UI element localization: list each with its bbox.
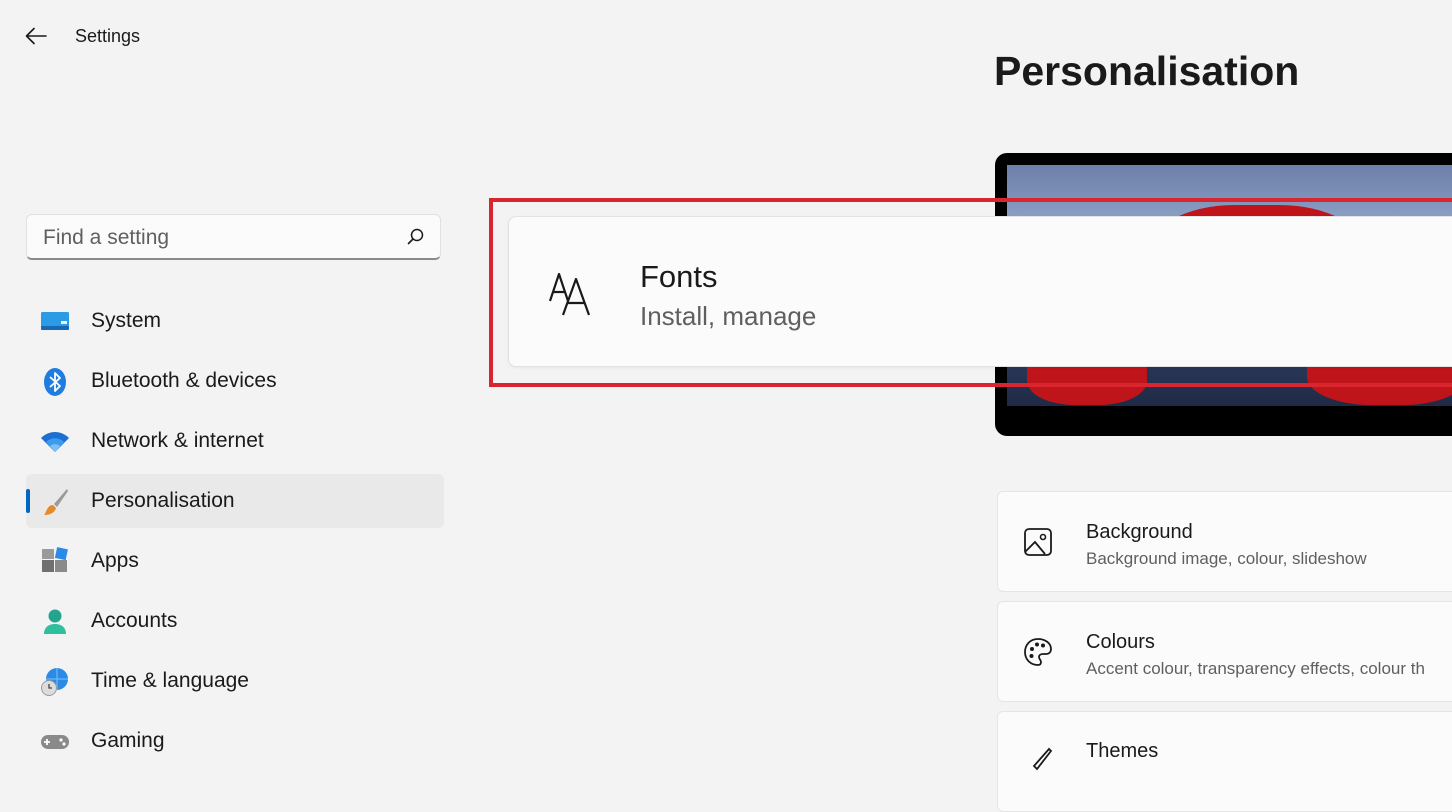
sidebar-item-label: System <box>91 309 162 332</box>
bluetooth-icon <box>44 368 66 396</box>
page-title: Personalisation <box>994 48 1300 94</box>
themes-card[interactable]: Themes <box>997 711 1452 812</box>
sidebar-item-personalisation[interactable]: Personalisation <box>26 474 444 528</box>
person-icon <box>44 609 66 634</box>
sidebar-item-network[interactable]: Network & internet <box>26 414 444 468</box>
card-title: Background <box>1086 521 1193 543</box>
search-input[interactable] <box>41 215 385 261</box>
wifi-icon <box>41 432 69 452</box>
search-box[interactable] <box>26 214 441 261</box>
card-title: Colours <box>1086 631 1155 653</box>
card-title: Themes <box>1086 740 1159 762</box>
sidebar-item-accounts[interactable]: Accounts <box>26 594 444 648</box>
highlight-frame <box>489 198 1452 387</box>
card-subtitle: Accent colour, transparency effects, col… <box>1086 659 1425 678</box>
apps-icon <box>42 547 68 572</box>
globe-clock-icon <box>41 668 68 696</box>
back-arrow-icon <box>25 27 47 45</box>
sidebar-item-label: Network & internet <box>91 429 264 452</box>
sidebar-item-label: Bluetooth & devices <box>91 369 277 392</box>
sidebar-item-label: Gaming <box>91 729 165 752</box>
sidebar-item-label: Accounts <box>91 609 178 632</box>
search-icon[interactable] <box>406 227 426 247</box>
app-title: Settings <box>75 26 141 46</box>
sidebar-item-apps[interactable]: Apps <box>26 534 444 588</box>
sidebar-item-system[interactable]: System <box>26 294 444 348</box>
paintbrush-icon <box>44 489 68 515</box>
brush-icon <box>1032 747 1053 771</box>
colours-card[interactable]: Colours Accent colour, transparency effe… <box>997 601 1452 702</box>
sidebar-item-label: Time & language <box>91 669 249 692</box>
monitor-icon <box>41 312 69 330</box>
sidebar-item-gaming[interactable]: Gaming <box>26 714 444 768</box>
sidebar-item-label: Apps <box>91 549 139 572</box>
sidebar-item-time-language[interactable]: Time & language <box>26 654 444 708</box>
palette-icon <box>1024 638 1052 666</box>
back-button[interactable] <box>18 20 54 52</box>
sidebar-item-label: Personalisation <box>91 489 235 512</box>
background-card[interactable]: Background Background image, colour, sli… <box>997 491 1452 592</box>
sidebar-nav: System Bluetooth & devices Network & int… <box>26 294 444 774</box>
image-icon <box>1024 528 1052 556</box>
card-subtitle: Background image, colour, slideshow <box>1086 549 1367 568</box>
sidebar-item-bluetooth[interactable]: Bluetooth & devices <box>26 354 444 408</box>
gamepad-icon <box>41 735 69 749</box>
